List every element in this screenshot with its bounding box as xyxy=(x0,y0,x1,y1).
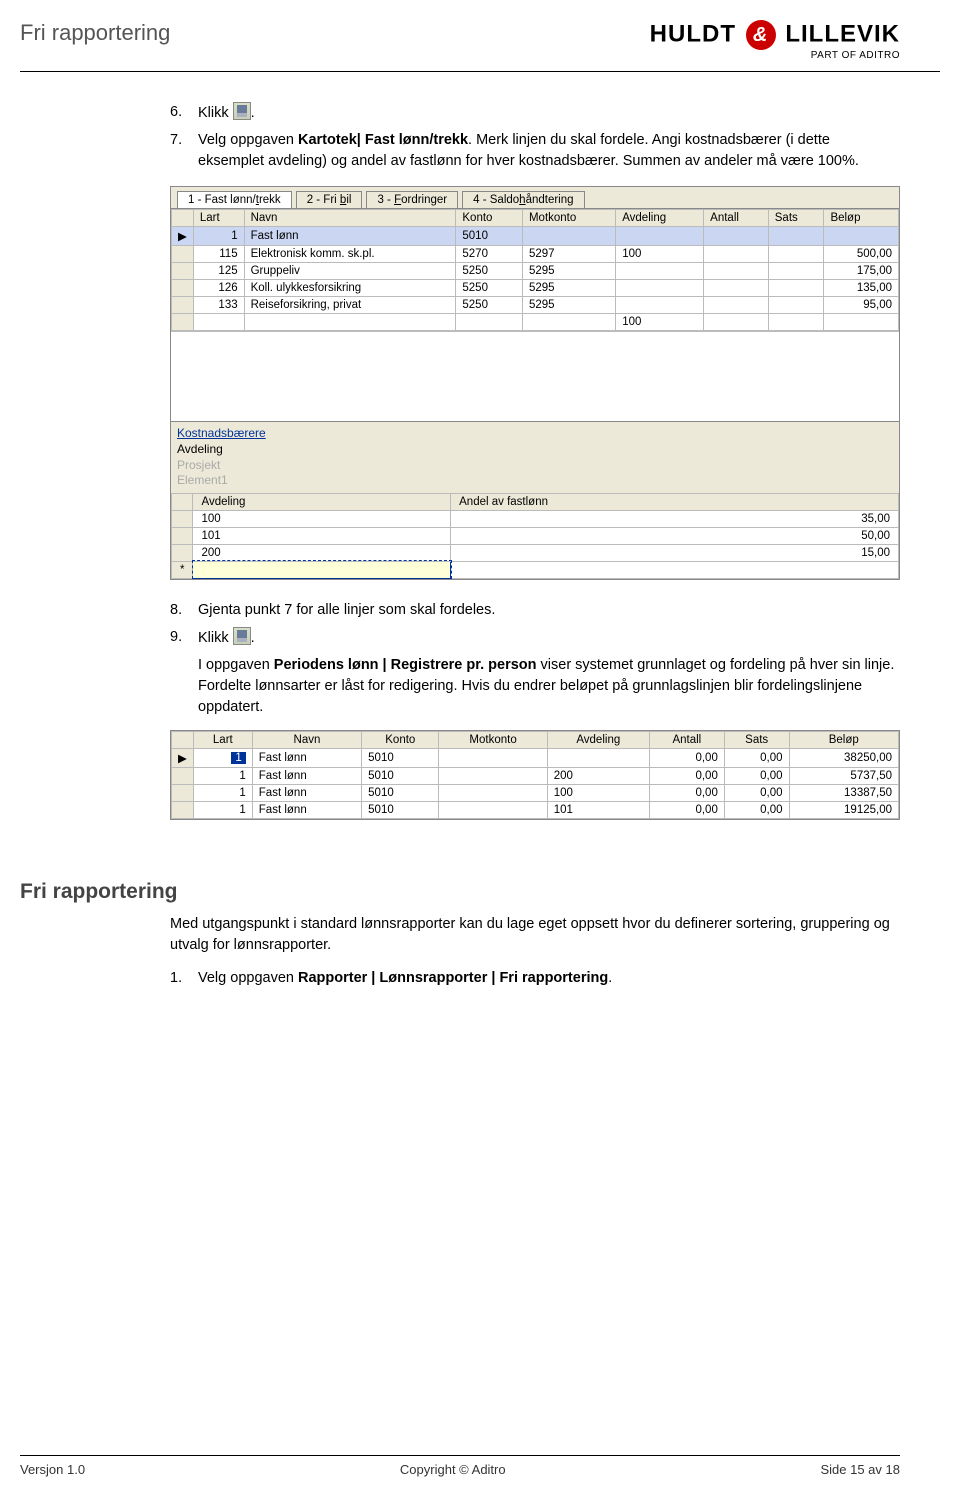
table-row[interactable]: 125Gruppeliv52505295175,00 xyxy=(172,263,899,280)
table-row[interactable]: ▶1Fast lønn50100,000,0038250,00 xyxy=(172,748,899,767)
col-header: Navn xyxy=(252,731,361,748)
page-footer: Versjon 1.0 Copyright © Aditro Side 15 a… xyxy=(20,1455,900,1477)
page-header: Fri rapportering HULDT & LILLEVIK PART O… xyxy=(0,0,960,71)
app-screenshot-2: LartNavnKontoMotkontoAvdelingAntallSatsB… xyxy=(170,730,900,820)
col-header: Avdeling xyxy=(616,210,704,227)
table-row[interactable]: 126Koll. ulykkesforsikring52505295135,00 xyxy=(172,280,899,297)
paragraph-after-9: I oppgaven Periodens lønn | Registrere p… xyxy=(198,655,900,718)
table-row[interactable]: 1Fast lønn50102000,000,005737,50 xyxy=(172,767,899,784)
col-header: Lart xyxy=(193,210,244,227)
col-header: Avdeling xyxy=(547,731,649,748)
brand-amp-icon: & xyxy=(746,20,776,50)
footer-rule xyxy=(20,1455,900,1456)
table-row[interactable]: 100 xyxy=(172,314,899,331)
section2-para: Med utgangspunkt i standard lønnsrapport… xyxy=(170,914,900,956)
footer-left: Versjon 1.0 xyxy=(20,1462,85,1477)
col-header: Motkonto xyxy=(522,210,615,227)
col-header: Antall xyxy=(704,210,769,227)
brand-right: LILLEVIK xyxy=(785,20,900,47)
tab[interactable]: 2 - Fri bil xyxy=(296,191,363,208)
app-screenshot-1: 1 - Fast lønn/trekk2 - Fri bil3 - Fordri… xyxy=(170,186,900,580)
blank-area xyxy=(171,331,899,421)
step-7: 7. Velg oppgaven Kartotek| Fast lønn/tre… xyxy=(170,130,900,172)
brand-block: HULDT & LILLEVIK PART OF ADITRO xyxy=(650,20,900,61)
table-row[interactable]: 133Reiseforsikring, privat5250529595,00 xyxy=(172,297,899,314)
col-header: Beløp xyxy=(789,731,899,748)
col-header: Beløp xyxy=(824,210,899,227)
col-header: Sats xyxy=(724,731,789,748)
step-8: 8. Gjenta punkt 7 for alle linjer som sk… xyxy=(170,600,900,621)
tab[interactable]: 3 - Fordringer xyxy=(366,191,458,208)
andel-row[interactable]: * xyxy=(172,561,899,578)
kostnadsbaerere-section: Kostnadsbærere AvdelingProsjektElement1 xyxy=(171,421,899,493)
section-heading: Fri rapportering xyxy=(20,880,960,904)
table-row[interactable]: 1Fast lønn50101010,000,0019125,00 xyxy=(172,801,899,818)
page-title: Fri rapportering xyxy=(20,20,170,46)
table-row[interactable]: ▶1Fast lønn5010 xyxy=(172,227,899,246)
tabs-row: 1 - Fast lønn/trekk2 - Fri bil3 - Fordri… xyxy=(171,187,899,209)
col-header: Sats xyxy=(768,210,824,227)
kb-item[interactable]: Avdeling xyxy=(177,442,893,458)
step-6: 6. Klikk . xyxy=(170,102,900,124)
tab[interactable]: 4 - Saldohåndtering xyxy=(462,191,584,208)
brand-left: HULDT xyxy=(650,20,736,47)
andel-row[interactable]: 10150,00 xyxy=(172,527,899,544)
footer-center: Copyright © Aditro xyxy=(400,1462,506,1477)
andel-table: AvdelingAndel av fastlønn 10035,0010150,… xyxy=(171,493,899,579)
col-header: Konto xyxy=(456,210,523,227)
save-icon xyxy=(233,627,251,645)
kostnadsbaerere-title: Kostnadsbærere xyxy=(177,426,893,440)
table-row[interactable]: 115Elektronisk komm. sk.pl.5270529710050… xyxy=(172,246,899,263)
col-header: Motkonto xyxy=(439,731,547,748)
step-9: 9. Klikk . xyxy=(170,627,900,649)
col-header: Antall xyxy=(649,731,724,748)
andel-row[interactable]: 20015,00 xyxy=(172,544,899,561)
section2-step-1: 1. Velg oppgaven Rapporter | Lønnsrappor… xyxy=(170,968,900,989)
col-header: Konto xyxy=(362,731,439,748)
col-header: Lart xyxy=(193,731,252,748)
footer-right: Side 15 av 18 xyxy=(820,1462,900,1477)
kb-item[interactable]: Element1 xyxy=(177,473,893,489)
kb-item[interactable]: Prosjekt xyxy=(177,458,893,474)
save-icon xyxy=(233,102,251,120)
col-header: Andel av fastlønn xyxy=(451,493,899,510)
col-header: Avdeling xyxy=(193,493,451,510)
andel-row[interactable]: 10035,00 xyxy=(172,510,899,527)
col-header: Navn xyxy=(244,210,456,227)
table-row[interactable]: 1Fast lønn50101000,000,0013387,50 xyxy=(172,784,899,801)
header-rule xyxy=(20,71,940,72)
brand-sub: PART OF ADITRO xyxy=(650,50,900,61)
tab[interactable]: 1 - Fast lønn/trekk xyxy=(177,191,292,208)
fast-lonn-table: LartNavnKontoMotkontoAvdelingAntallSatsB… xyxy=(171,209,899,331)
